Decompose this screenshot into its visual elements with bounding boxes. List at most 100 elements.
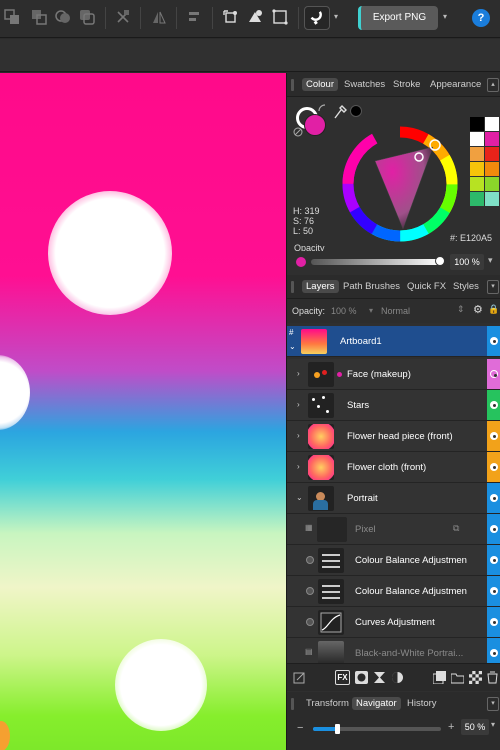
- chevron-down-icon[interactable]: ▾: [491, 720, 495, 729]
- tab-quick-fx[interactable]: Quick FX: [403, 280, 450, 293]
- divide-icon[interactable]: [115, 9, 131, 25]
- layer-visibility[interactable]: [487, 545, 500, 575]
- boolean-add-icon[interactable]: [4, 9, 20, 25]
- tab-colour[interactable]: Colour: [302, 78, 338, 91]
- layer-visibility[interactable]: [487, 514, 500, 544]
- layer-row[interactable]: › Flower cloth (front): [287, 452, 500, 483]
- layer-visibility[interactable]: [487, 359, 500, 389]
- transform-origin-icon[interactable]: [222, 9, 238, 25]
- tab-appearance[interactable]: Appearance: [426, 78, 485, 91]
- layer-toggle[interactable]: [306, 556, 314, 564]
- layer-visibility[interactable]: [487, 483, 500, 513]
- layer-visibility[interactable]: [487, 390, 500, 420]
- edit-icon[interactable]: [293, 671, 306, 684]
- opacity-slider[interactable]: [311, 259, 441, 265]
- panel-grip[interactable]: [291, 698, 294, 710]
- zoom-in-icon[interactable]: +: [448, 721, 454, 733]
- fx-button[interactable]: FX: [335, 670, 350, 685]
- tab-stroke[interactable]: Stroke: [389, 78, 424, 91]
- tab-styles[interactable]: Styles: [449, 280, 483, 293]
- swatch[interactable]: [485, 177, 499, 191]
- tab-swatches[interactable]: Swatches: [340, 78, 389, 91]
- panel-grip[interactable]: [291, 281, 294, 293]
- eyedropper-icon[interactable]: [333, 104, 347, 120]
- layer-visibility[interactable]: [487, 421, 500, 451]
- boolean-xor-icon[interactable]: [79, 9, 95, 25]
- panel-grip[interactable]: [291, 79, 294, 91]
- chevron-down-icon[interactable]: ▾: [487, 280, 499, 294]
- layer-row[interactable]: Curves Adjustment: [287, 607, 500, 638]
- fill-well[interactable]: [304, 114, 326, 136]
- swatch[interactable]: [470, 162, 484, 176]
- magnet-snapping-button[interactable]: [304, 6, 330, 30]
- swatch[interactable]: [470, 117, 484, 131]
- opacity-slider-thumb[interactable]: [435, 256, 445, 266]
- checker-icon[interactable]: [469, 671, 482, 684]
- swatch[interactable]: [485, 147, 499, 161]
- layer-visibility[interactable]: [487, 452, 500, 482]
- opacity-value-field[interactable]: 100 %: [450, 254, 484, 270]
- tab-history[interactable]: History: [403, 697, 441, 710]
- chevron-updown-icon[interactable]: ⇕: [457, 304, 465, 315]
- chevron-down-icon[interactable]: ▾: [488, 255, 493, 266]
- zoom-value-field[interactable]: 50 %: [461, 719, 489, 735]
- adjustment-icon[interactable]: [373, 671, 386, 684]
- tab-path-brushes[interactable]: Path Brushes: [339, 280, 404, 293]
- boolean-subtract-icon[interactable]: [31, 9, 47, 25]
- picked-colour-swatch[interactable]: [350, 105, 362, 117]
- layer-row[interactable]: › Face (makeup): [287, 359, 500, 390]
- zoom-slider[interactable]: [313, 727, 441, 731]
- swatch[interactable]: [470, 132, 484, 146]
- help-button[interactable]: ?: [472, 9, 490, 27]
- swatch[interactable]: [485, 162, 499, 176]
- export-png-button[interactable]: Export PNG: [358, 6, 438, 30]
- layer-visibility[interactable]: [487, 576, 500, 606]
- zoom-out-icon[interactable]: −: [297, 722, 303, 734]
- blend-mode-select[interactable]: Normal: [381, 306, 410, 316]
- hex-value[interactable]: #: E120A5: [450, 233, 492, 243]
- chevron-right-icon[interactable]: ›: [297, 369, 300, 378]
- chevron-down-icon[interactable]: ⌄: [296, 493, 303, 502]
- tab-layers[interactable]: Layers: [302, 280, 339, 293]
- gear-icon[interactable]: ⚙: [473, 303, 483, 316]
- swap-arrow-icon[interactable]: [317, 103, 327, 113]
- mask-layer-icon[interactable]: [355, 671, 368, 684]
- layer-row[interactable]: ⌄ Portrait: [287, 483, 500, 514]
- zoom-slider-thumb[interactable]: [335, 724, 340, 734]
- swatch[interactable]: [470, 192, 484, 206]
- layer-toggle[interactable]: [306, 587, 314, 595]
- snapping-icon[interactable]: [247, 9, 263, 25]
- layer-opacity-value[interactable]: 100 %: [331, 306, 357, 316]
- layer-row[interactable]: › Stars: [287, 390, 500, 421]
- no-colour-icon[interactable]: [293, 127, 303, 137]
- layer-visibility[interactable]: [487, 326, 500, 356]
- layer-row[interactable]: › Flower head piece (front): [287, 421, 500, 452]
- live-filter-icon[interactable]: [391, 671, 404, 684]
- add-group-icon[interactable]: [451, 671, 464, 684]
- swatch[interactable]: [485, 117, 499, 131]
- colour-wheel[interactable]: [335, 119, 465, 249]
- layer-row[interactable]: Colour Balance Adjustmen: [287, 576, 500, 607]
- swatch[interactable]: [485, 192, 499, 206]
- lock-icon[interactable]: 🔒: [488, 304, 499, 315]
- chevron-down-icon[interactable]: ▾: [334, 12, 338, 21]
- layer-row[interactable]: Colour Balance Adjustmen: [287, 545, 500, 576]
- crop-icon[interactable]: [272, 9, 288, 25]
- swatch[interactable]: [470, 177, 484, 191]
- align-icon[interactable]: [187, 9, 203, 25]
- chevron-down-icon[interactable]: ⌄: [289, 342, 296, 351]
- chevron-right-icon[interactable]: ›: [297, 462, 300, 471]
- swatch[interactable]: [485, 132, 499, 146]
- layer-row[interactable]: ▦ Pixel ⧉: [287, 514, 500, 545]
- tab-navigator[interactable]: Navigator: [352, 697, 401, 710]
- chevron-down-icon[interactable]: ▾: [443, 12, 447, 21]
- chevron-up-icon[interactable]: ▴: [487, 78, 499, 92]
- layer-toggle[interactable]: [306, 618, 314, 626]
- chevron-down-icon[interactable]: ▾: [487, 697, 499, 711]
- boolean-intersect-icon[interactable]: [55, 9, 71, 25]
- add-pixel-layer-icon[interactable]: [433, 671, 446, 684]
- chevron-down-icon[interactable]: ▾: [369, 306, 373, 315]
- canvas[interactable]: [0, 73, 286, 750]
- flip-horizontal-icon[interactable]: [151, 9, 167, 25]
- trash-icon[interactable]: [486, 671, 499, 684]
